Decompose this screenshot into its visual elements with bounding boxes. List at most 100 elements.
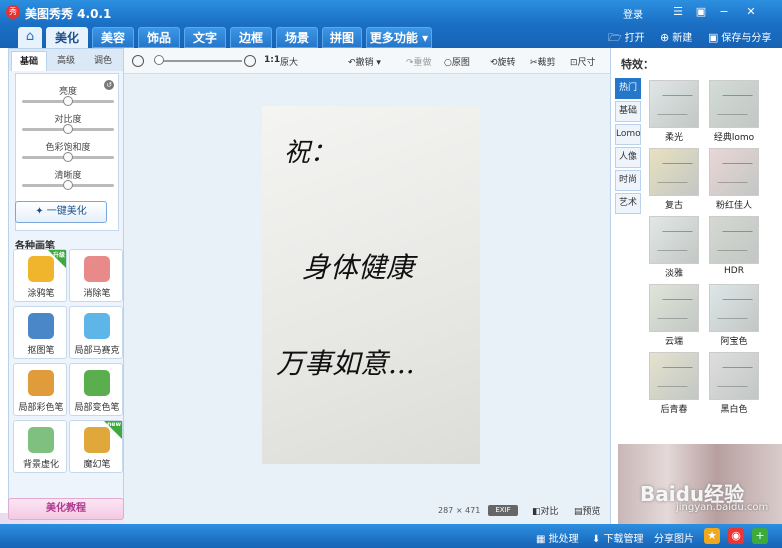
undo-icon: ↶ [348,58,356,68]
effect-item[interactable]: HDR [709,216,759,278]
brush-label: 背景虚化 [22,460,59,470]
folder-icon: 🗁 [608,31,622,44]
handwriting-line-3: 万事如意... [276,347,415,380]
effect-thumbnail [709,216,759,264]
effect-thumbnail [709,352,759,400]
brightness-slider[interactable] [22,96,114,106]
sharpness-knob[interactable] [63,180,73,190]
tutorial-button[interactable]: 美化教程 [8,498,124,520]
tab-beautify[interactable]: 美化 [46,27,88,48]
brush-item[interactable]: 魔幻笔 new [69,420,123,473]
effect-item[interactable]: 经典lomo [709,80,759,143]
tab-collage[interactable]: 拼图 [322,27,362,48]
zoom-out-icon[interactable] [132,55,144,67]
effect-thumbnail [709,80,759,128]
brush-item[interactable]: 局部马赛克 [69,306,123,359]
menu-icon[interactable]: ☰ [670,4,686,20]
effect-thumbnail [649,352,699,400]
open-button[interactable]: 🗁 打开 [608,29,645,48]
thumbnail-ink [717,299,753,319]
crop-button[interactable]: ✂裁剪 [530,55,556,68]
saturation-slider[interactable] [22,152,114,162]
effect-category-tab[interactable]: 热门 [615,78,641,99]
canvas-photo[interactable]: 祝： 身体健康 万事如意... [262,106,480,464]
app-title: 美图秀秀 4.0.1 [25,7,112,21]
brush-icon [28,427,54,453]
contrast-knob[interactable] [63,124,73,134]
brush-item[interactable]: 背景虚化 [13,420,67,473]
tab-border[interactable]: 边框 [230,27,272,48]
watermark-url: jingyan.baidu.com [676,502,769,513]
exif-button[interactable]: EXIF [488,505,518,516]
effect-category-tab[interactable]: 艺术 [615,193,641,214]
effect-category-tab[interactable]: 人像 [615,147,641,168]
minimize-icon[interactable]: − [716,4,732,20]
star-icon[interactable]: ★ [704,528,720,544]
tab-text[interactable]: 文字 [184,27,226,48]
batch-icon: ▦ [536,534,549,545]
rotate-button[interactable]: ⟲旋转 [490,55,516,68]
home-icon[interactable]: ⌂ [18,27,42,48]
redo-button[interactable]: ↷重做 [406,55,432,68]
preview-icon: ▤ [574,507,583,517]
add-icon[interactable]: + [752,528,768,544]
saturation-knob[interactable] [63,152,73,162]
effect-item[interactable]: 黑白色 [709,352,759,415]
skin-icon[interactable]: ▣ [693,4,709,20]
effect-item[interactable]: 粉红佳人 [709,148,759,211]
effect-category-tab[interactable]: 基础 [615,101,641,122]
undo-button[interactable]: ↶撤销 ▾ [348,55,381,68]
share-image-button[interactable]: 分享图片 [654,530,694,545]
tab-decor[interactable]: 饰品 [138,27,180,48]
original-button[interactable]: ○原图 [444,55,470,68]
brush-item[interactable]: 抠图笔 [13,306,67,359]
save-share-button[interactable]: ▣ 保存与分享 [708,29,771,44]
thumbnail-ink [657,231,693,251]
zoom-in-icon[interactable] [244,55,256,67]
subtab-advanced[interactable]: 高级 [48,51,84,71]
brush-item[interactable]: 局部彩色笔 [13,363,67,416]
login-link[interactable]: 登录 [623,6,643,21]
download-manager-button[interactable]: ⬇ 下载管理 [592,530,644,545]
new-button[interactable]: ⊕ 新建 [660,29,692,44]
weibo-icon[interactable]: ◉ [728,528,744,544]
brush-item[interactable]: 局部变色笔 [69,363,123,416]
brush-item[interactable]: 涂鸦笔 升级 [13,249,67,302]
effect-label: 阿宝色 [720,337,748,347]
effect-thumbnail [709,148,759,196]
canvas-toolbar: 1:1 原大 ↶撤销 ▾ ↷重做 ○原图 ⟲旋转 ✂裁剪 ⊡尺寸 [124,48,610,74]
tab-scene[interactable]: 场景 [276,27,318,48]
thumbnail-ink [657,367,693,387]
effect-category-tab[interactable]: Lomo [615,124,641,145]
effect-category-tab[interactable]: 时尚 [615,170,641,191]
size-icon: ⊡ [570,58,578,68]
contrast-slider[interactable] [22,124,114,134]
zoom-slider[interactable] [154,60,242,62]
brush-item[interactable]: 消除笔 [69,249,123,302]
size-button[interactable]: ⊡尺寸 [570,55,596,68]
effect-item[interactable]: 云端 [649,284,699,347]
sharpness-slider[interactable] [22,180,114,190]
brightness-knob[interactable] [63,96,73,106]
subtab-color[interactable]: 调色 [85,51,121,71]
effect-label: 黑白色 [720,405,748,415]
effect-item[interactable]: 复古 [649,148,699,211]
zoom-knob[interactable] [154,55,164,65]
close-icon[interactable]: ✕ [743,4,759,20]
tab-beauty[interactable]: 美容 [92,27,134,48]
compare-button[interactable]: ◧对比 [532,504,559,517]
effect-item[interactable]: 阿宝色 [709,284,759,347]
effect-item[interactable]: 后青春 [649,352,699,415]
effect-item[interactable]: 柔光 [649,80,699,143]
effect-item[interactable]: 淡雅 [649,216,699,279]
tab-more[interactable]: 更多功能 ▾ [366,27,432,48]
effect-thumbnail [709,284,759,332]
subtab-basic[interactable]: 基础 [11,51,47,71]
one-key-beautify-button[interactable]: ✦ 一键美化 [15,201,107,223]
crop-icon: ✂ [530,58,538,68]
batch-button[interactable]: ▦ 批处理 [536,530,579,545]
brush-label: 局部马赛克 [74,346,120,356]
preview-button[interactable]: ▤预览 [574,504,601,517]
original-size-button[interactable]: 原大 [280,55,298,68]
rotate-icon: ⟲ [490,58,498,68]
